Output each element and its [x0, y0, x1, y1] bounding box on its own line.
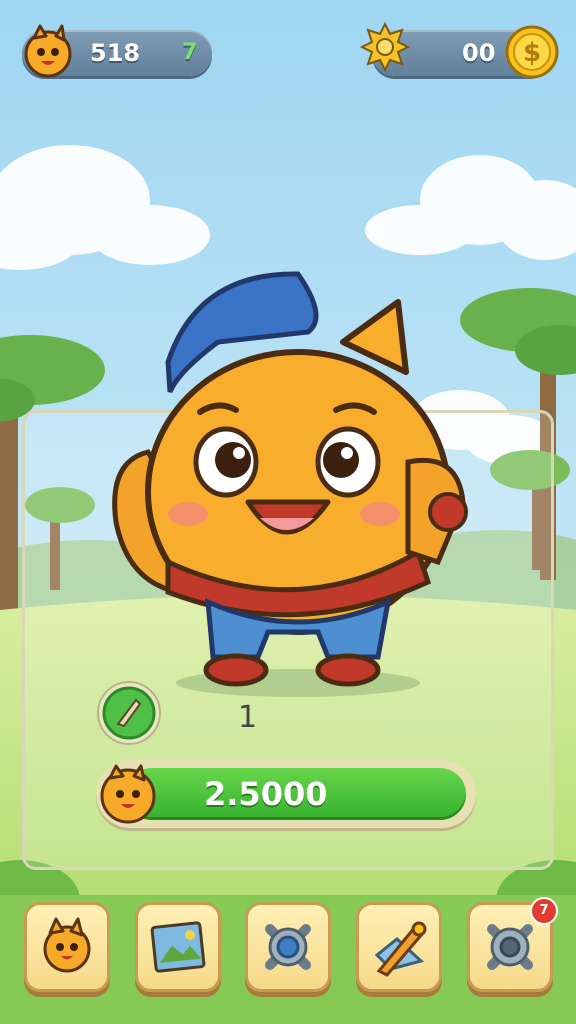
- progress-text: 2.5000: [204, 775, 328, 813]
- pen-icon: [374, 921, 427, 977]
- cat-character[interactable]: [108, 262, 478, 692]
- player-badge: 7: [182, 40, 198, 65]
- nav-button-cat[interactable]: [24, 902, 110, 992]
- player-stat-pill[interactable]: 518 7: [22, 24, 212, 78]
- svg-text:$: $: [523, 38, 541, 68]
- nav-button-pen[interactable]: [356, 902, 442, 992]
- nav-button-map[interactable]: [135, 902, 221, 992]
- gear-icon: [265, 924, 311, 970]
- progress-bar: 2.5000: [96, 760, 476, 828]
- player-value: 518: [90, 39, 141, 67]
- cat-icon: [43, 917, 91, 973]
- nav-button-settings[interactable]: 7: [467, 897, 558, 992]
- sun-gear-icon: [360, 22, 410, 72]
- progress-bar-fill: 2.5000: [126, 768, 466, 820]
- cat-avatar-icon: [24, 24, 72, 78]
- map-icon: [150, 921, 206, 973]
- currency-pill[interactable]: 00 $: [360, 22, 559, 79]
- notification-badge: 7: [530, 897, 558, 925]
- level-value: 1: [238, 700, 258, 735]
- leaf-arrow-icon[interactable]: [96, 680, 162, 746]
- coin-icon: $: [505, 25, 559, 79]
- settings-icon: [487, 924, 533, 970]
- currency-value: 00: [462, 39, 496, 67]
- cat-face-icon: [100, 764, 156, 824]
- nav-button-gear[interactable]: [245, 902, 331, 992]
